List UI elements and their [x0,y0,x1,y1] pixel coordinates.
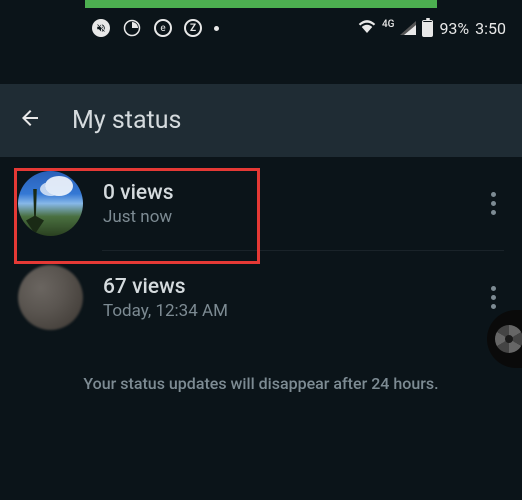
network-label: 4G [382,19,395,30]
clock: 3:50 [475,19,506,38]
status-thumbnail [18,171,83,236]
status-item-1[interactable]: 67 views Today, 12:34 AM [0,251,522,344]
android-status-bar: e Z 4G 93% 3:50 [0,8,522,48]
wifi-icon [358,19,376,38]
z-icon: Z [184,19,202,37]
mute-icon [92,19,110,37]
e-icon: e [154,19,172,37]
status-views-count: 0 views [103,181,483,205]
battery-percent: 93% [439,19,469,38]
top-accent-bar [85,0,437,8]
status-thumbnail [18,265,83,330]
more-options-button[interactable] [483,278,504,317]
footer-hint: Your status updates will disappear after… [0,374,522,393]
dnd-icon [122,18,142,38]
signal-icon [400,21,416,35]
app-header: My status [0,84,522,157]
battery-icon [422,20,433,37]
status-timestamp: Just now [103,207,483,227]
page-title: My status [72,106,181,135]
status-item-0[interactable]: 0 views Just now [0,157,522,250]
back-button[interactable] [18,106,42,136]
status-views-count: 67 views [103,275,483,299]
camera-aperture-icon [495,325,522,353]
more-options-button[interactable] [483,184,504,223]
overflow-dot-icon [214,26,219,31]
status-timestamp: Today, 12:34 AM [103,301,483,321]
